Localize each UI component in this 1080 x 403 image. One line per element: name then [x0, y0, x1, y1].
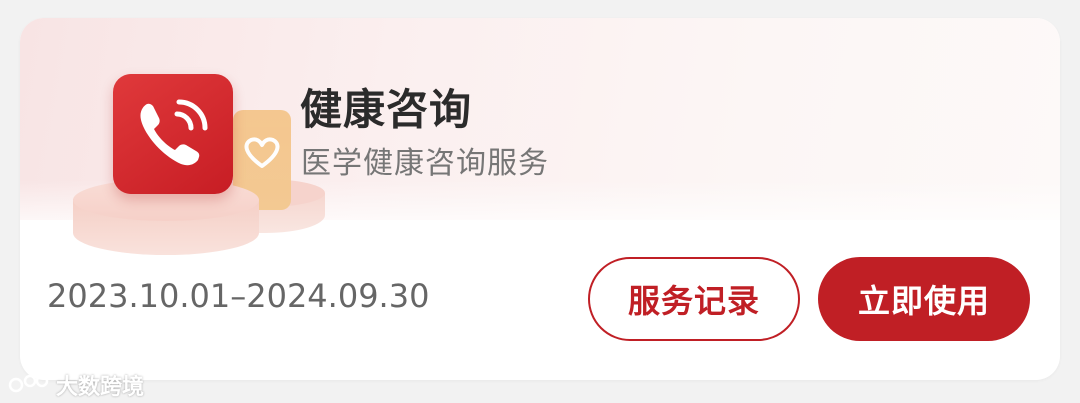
service-title: 健康咨询	[300, 85, 473, 134]
service-records-button[interactable]: 服务记录	[588, 257, 800, 341]
service-card: 健康咨询 医学健康咨询服务 2023.10.01–2024.09.30 服务记录…	[20, 18, 1060, 380]
phone-call-icon	[113, 74, 233, 194]
service-illustration	[65, 54, 325, 255]
watermark: 大数跨境	[8, 369, 144, 401]
validity-period: 2023.10.01–2024.09.30	[47, 277, 430, 315]
use-now-button[interactable]: 立即使用	[818, 257, 1030, 341]
watermark-text: 大数跨境	[56, 375, 145, 400]
watermark-logo-icon	[8, 374, 49, 393]
service-subtitle: 医学健康咨询服务	[301, 146, 549, 181]
